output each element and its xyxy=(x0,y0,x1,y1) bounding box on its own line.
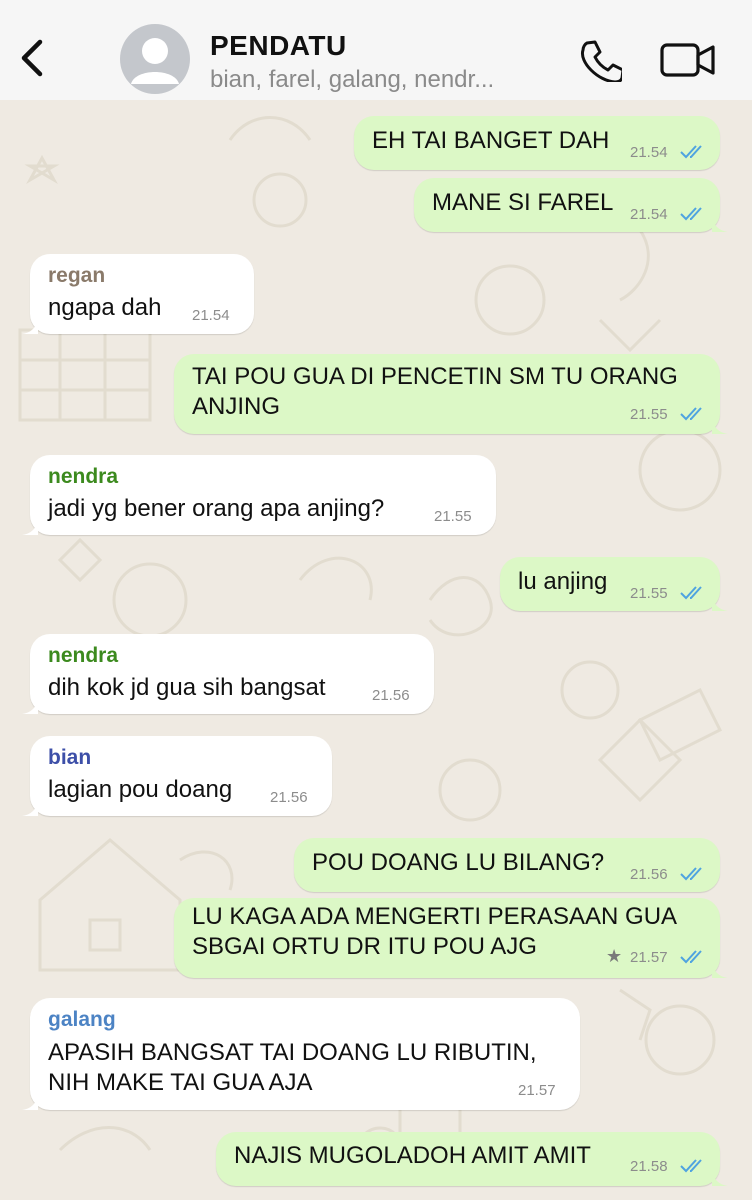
double-check-read-icon xyxy=(680,586,702,600)
bubble-tail xyxy=(712,1170,728,1186)
outgoing-message[interactable]: POU DOANG LU BILANG? 21.56 xyxy=(294,838,720,892)
incoming-message[interactable]: bian lagian pou doang 21.56 xyxy=(22,736,332,816)
message-text: LU KAGA ADA MENGERTI PERASAAN GUA xyxy=(192,903,678,930)
star-icon: ★ xyxy=(606,946,623,966)
sender-name: galang xyxy=(48,1008,116,1031)
message-text: lu anjing xyxy=(518,568,608,595)
outgoing-message[interactable]: NAJIS MUGOLADOH AMIT AMIT 21.58 xyxy=(216,1132,728,1186)
message-time: 21.58 xyxy=(630,1158,668,1175)
message-time: 21.56 xyxy=(630,866,668,883)
bubble-tail xyxy=(22,1094,38,1110)
video-camera-icon[interactable] xyxy=(660,40,716,80)
double-check-read-icon xyxy=(680,407,702,421)
group-avatar[interactable] xyxy=(120,24,190,94)
message-text: SBGAI ORTU DR ITU POU AJG xyxy=(192,933,537,960)
message-time: 21.55 xyxy=(630,585,668,602)
double-check-read-icon xyxy=(680,867,702,881)
double-check-read-icon xyxy=(680,145,702,159)
bubble-tail xyxy=(712,962,728,978)
message-text: NIH MAKE TAI GUA AJA xyxy=(48,1069,313,1096)
sender-name: nendra xyxy=(48,465,119,488)
outgoing-message[interactable]: MANE SI FAREL 21.54 xyxy=(414,178,728,232)
message-text: EH TAI BANGET DAH xyxy=(372,127,610,154)
message-time: 21.57 xyxy=(518,1082,556,1099)
double-check-read-icon xyxy=(680,207,702,221)
message-text: POU DOANG LU BILANG? xyxy=(312,849,605,876)
bubble-tail xyxy=(712,595,728,611)
chevron-left-icon[interactable] xyxy=(14,36,50,80)
message-time: 21.55 xyxy=(434,508,472,525)
message-text: lagian pou doang xyxy=(48,776,233,803)
double-check-read-icon xyxy=(680,950,702,964)
message-text: ngapa dah xyxy=(48,294,162,321)
message-time: 21.54 xyxy=(630,144,668,161)
chat-title[interactable]: PENDATU xyxy=(210,30,347,62)
bubble-tail xyxy=(712,216,728,232)
phone-icon[interactable] xyxy=(578,38,622,82)
bubble-tail xyxy=(712,418,728,434)
message-time: 21.56 xyxy=(372,687,410,704)
sender-name: nendra xyxy=(48,644,119,667)
message-text: dih kok jd gua sih bangsat xyxy=(48,674,326,701)
message-text: jadi yg bener orang apa anjing? xyxy=(48,495,385,522)
message-text: ANJING xyxy=(192,393,281,420)
incoming-message[interactable]: galang APASIH BANGSAT TAI DOANG LU RIBUT… xyxy=(22,998,580,1110)
chat-participants[interactable]: bian, farel, galang, nendr... xyxy=(210,66,494,94)
sender-name: regan xyxy=(48,264,106,287)
outgoing-message[interactable]: TAI POU GUA DI PENCETIN SM TU ORANG ANJI… xyxy=(174,354,728,434)
message-time: 21.55 xyxy=(630,406,668,423)
message-time: 21.54 xyxy=(192,307,230,324)
incoming-message[interactable]: nendra dih kok jd gua sih bangsat 21.56 xyxy=(22,634,434,714)
message-text: NAJIS MUGOLADOH AMIT AMIT xyxy=(234,1142,591,1169)
incoming-message[interactable]: regan ngapa dah 21.54 xyxy=(22,254,254,334)
sender-name: bian xyxy=(48,746,92,769)
message-time: 21.54 xyxy=(630,206,668,223)
bubble-tail xyxy=(22,800,38,816)
message-text: TAI POU GUA DI PENCETIN SM TU ORANG xyxy=(192,363,678,390)
bubble-tail xyxy=(22,519,38,535)
message-time: 21.57 xyxy=(630,949,668,966)
double-check-read-icon xyxy=(680,1159,702,1173)
incoming-message[interactable]: nendra jadi yg bener orang apa anjing? 2… xyxy=(22,455,496,535)
outgoing-message[interactable]: lu anjing 21.55 xyxy=(500,557,728,611)
bubble-tail xyxy=(22,318,38,334)
message-text: MANE SI FAREL xyxy=(432,189,614,216)
message-text: APASIH BANGSAT TAI DOANG LU RIBUTIN, xyxy=(48,1039,537,1066)
outgoing-message[interactable]: EH TAI BANGET DAH 21.54 xyxy=(354,116,720,170)
person-avatar-icon xyxy=(131,38,179,84)
message-time: 21.56 xyxy=(270,789,308,806)
outgoing-message[interactable]: LU KAGA ADA MENGERTI PERASAAN GUA SBGAI … xyxy=(174,898,728,978)
bubble-tail xyxy=(22,698,38,714)
chat-header: PENDATU bian, farel, galang, nendr... xyxy=(0,0,752,100)
